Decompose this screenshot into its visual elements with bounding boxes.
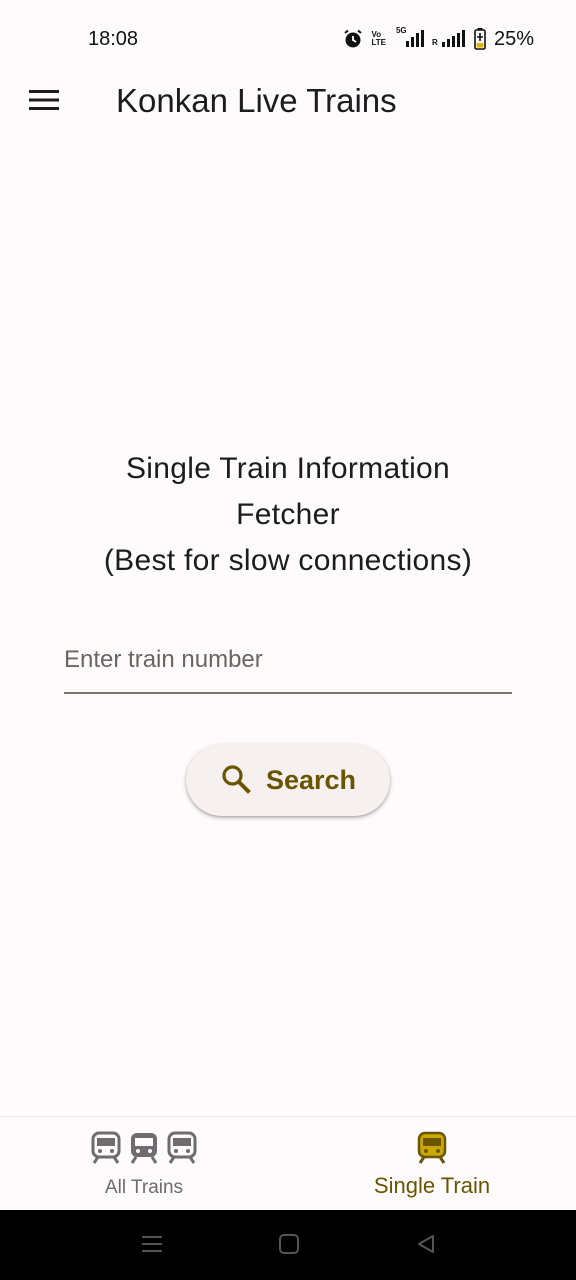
bottom-nav: All Trains Single Train: [0, 1116, 576, 1210]
train-icon: [90, 1131, 122, 1170]
recents-icon: [141, 1234, 163, 1259]
single-train-icons: [288, 1131, 576, 1170]
home-button[interactable]: [275, 1232, 303, 1260]
roaming-label: R: [431, 38, 438, 47]
nav-item-all-trains[interactable]: All Trains: [0, 1117, 288, 1210]
volte-bottom-label: LTE: [371, 38, 386, 47]
home-icon: [278, 1233, 300, 1260]
app-bar: Konkan Live Trains: [0, 70, 576, 134]
back-icon: [415, 1233, 437, 1260]
battery-charging-icon: [474, 28, 486, 50]
alarm-icon: [343, 29, 363, 49]
signal-icon: R: [432, 29, 466, 49]
all-trains-icons: [0, 1131, 288, 1170]
5g-signal-icon: 5G: [394, 26, 424, 49]
nav-label-single-train: Single Train: [373, 1173, 491, 1198]
heading-line-1: Single Train Information: [125, 452, 451, 485]
train-number-input[interactable]: [64, 630, 512, 690]
heading-line-3: (Best for slow connections): [103, 544, 473, 577]
status-icons: Vo LTE 5G R 25%: [343, 26, 534, 52]
search-button[interactable]: Search: [186, 744, 390, 816]
menu-button[interactable]: [18, 78, 70, 126]
status-time: 18:08: [88, 28, 139, 50]
volte-icon: Vo LTE: [371, 31, 386, 47]
heading-line-2: Fetcher: [236, 498, 340, 531]
train-icon: [128, 1131, 160, 1170]
system-nav-bar: [0, 1210, 576, 1280]
menu-icon: [29, 89, 59, 116]
network-5g-label: 5G: [395, 26, 407, 35]
back-button[interactable]: [412, 1232, 440, 1260]
train-icon: [166, 1131, 198, 1170]
nav-item-single-train[interactable]: Single Train: [288, 1117, 576, 1210]
page-heading: Single Train Information Fetcher (Best f…: [40, 446, 536, 584]
app-title: Konkan Live Trains: [116, 82, 397, 119]
battery-percent: 25%: [493, 27, 534, 50]
recents-button[interactable]: [138, 1232, 166, 1260]
train-icon: [416, 1131, 448, 1170]
nav-label-all-trains: All Trains: [104, 1177, 184, 1198]
screen: 18:08 Vo LTE 5G R 25% Konkan Live Trains…: [0, 0, 576, 1280]
train-number-field[interactable]: [64, 630, 512, 694]
status-bar: 18:08 Vo LTE 5G R 25%: [0, 0, 576, 80]
search-icon: [220, 763, 252, 798]
search-button-label: Search: [265, 764, 357, 795]
